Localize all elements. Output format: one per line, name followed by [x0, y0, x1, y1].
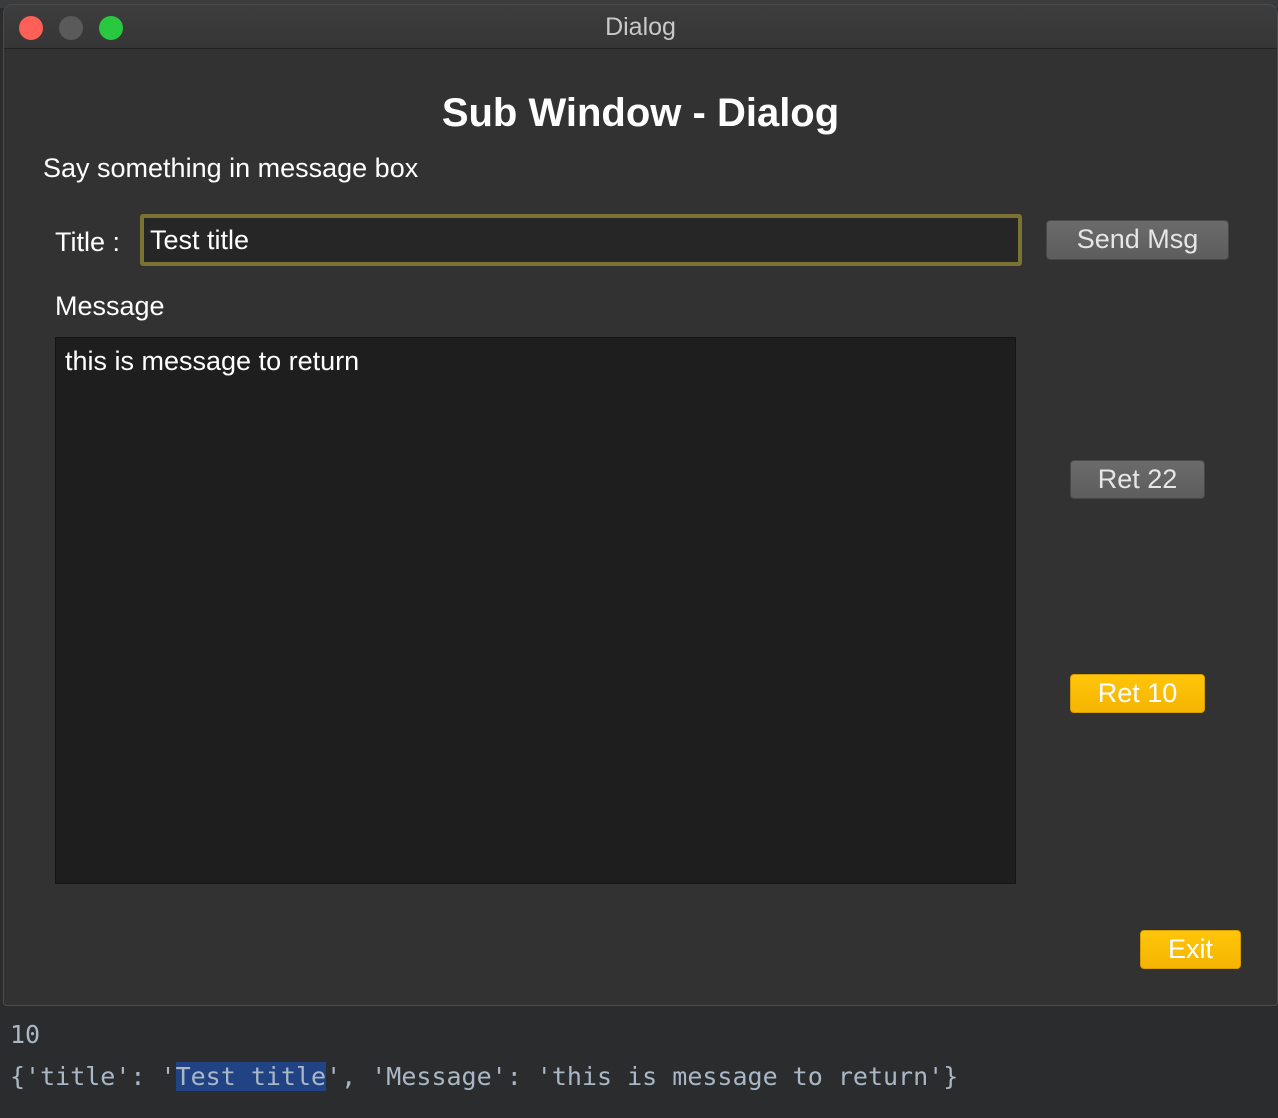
instruction-text: Say something in message box: [43, 153, 419, 183]
console-output[interactable]: 10 {'title': 'Test title', 'Message': 't…: [0, 1008, 1278, 1118]
dialog-heading: Sub Window - Dialog: [441, 91, 840, 135]
window-title: Dialog: [605, 13, 676, 41]
title-label: Title :: [55, 227, 121, 257]
ret-10-button[interactable]: Ret 10: [1070, 674, 1205, 713]
close-window-icon[interactable]: [19, 16, 43, 40]
message-textarea[interactable]: this is message to return: [55, 337, 1016, 884]
minimize-window-icon[interactable]: [59, 16, 83, 40]
console-line: 10: [10, 1020, 41, 1049]
send-msg-button[interactable]: Send Msg: [1046, 220, 1229, 260]
message-label: Message: [55, 291, 165, 321]
console-text: {'title': ': [10, 1062, 176, 1091]
console-line: {'title': 'Test title', 'Message': 'this…: [10, 1062, 958, 1091]
title-input[interactable]: [140, 214, 1022, 266]
dialog-window: Dialog Sub Window - Dialog Say something…: [3, 4, 1278, 1006]
ret-22-button[interactable]: Ret 22: [1070, 460, 1205, 499]
console-text: ', 'Message': 'this is message to return…: [326, 1062, 959, 1091]
maximize-window-icon[interactable]: [99, 16, 123, 40]
title-bar[interactable]: Dialog: [4, 5, 1277, 49]
exit-button[interactable]: Exit: [1140, 930, 1241, 969]
selected-text: Test title: [175, 1062, 327, 1091]
